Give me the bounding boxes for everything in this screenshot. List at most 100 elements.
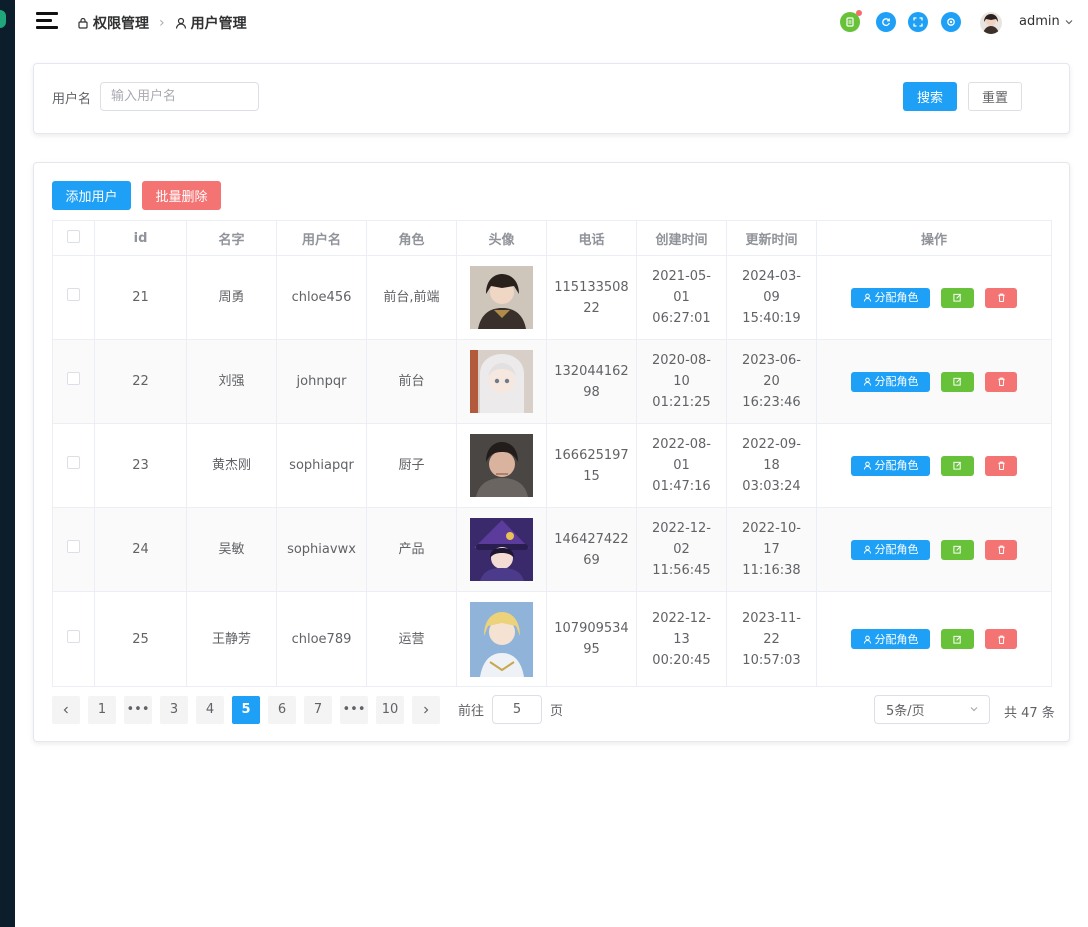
cell-role: 前台 — [366, 339, 457, 424]
user-table-card: 添加用户 批量删除 id 名字 用户名 角色 头像 电话 创建时间 更新时间 操… — [33, 162, 1070, 742]
user-avatar-image[interactable] — [470, 518, 533, 581]
menu-toggle-icon[interactable] — [36, 12, 58, 30]
delete-button[interactable] — [985, 371, 1017, 392]
page-button[interactable]: 1 — [88, 695, 116, 724]
cell-id: 21 — [94, 255, 187, 340]
edit-icon — [953, 461, 962, 470]
select-all-header[interactable] — [52, 220, 95, 256]
page-button[interactable]: 6 — [268, 695, 296, 724]
user-avatar-image[interactable] — [470, 601, 533, 677]
cell-name: 黄杰刚 — [186, 423, 277, 508]
user-avatar-image[interactable] — [470, 266, 533, 329]
trash-icon — [997, 461, 1005, 470]
row-checkbox[interactable] — [67, 629, 80, 643]
cell-id: 22 — [94, 339, 187, 424]
page-jumper: 前往 5 页 — [458, 695, 563, 724]
chevron-down-icon — [1065, 19, 1073, 24]
pagination: 1 ••• 3 4 5 6 7 ••• 10 前往 5 页 — [52, 695, 563, 724]
cell-role: 运营 — [366, 591, 457, 687]
assign-role-button[interactable]: 分配角色 — [851, 287, 930, 308]
assign-role-button[interactable]: 分配角色 — [851, 455, 930, 476]
page-button-current[interactable]: 5 — [232, 695, 260, 724]
page-ellipsis-prev[interactable]: ••• — [124, 695, 152, 724]
breadcrumb-parent[interactable]: 权限管理 — [93, 13, 149, 33]
delete-button[interactable] — [985, 629, 1017, 649]
cell-updated: 2024-03- 09 15:40:19 — [726, 255, 817, 340]
trash-icon — [997, 635, 1005, 644]
sidebar-collapsed — [0, 0, 15, 927]
page-size-select[interactable]: 5条/页 — [874, 695, 990, 724]
breadcrumb-current: 用户管理 — [190, 16, 247, 32]
table-row: 24 吴敏 sophiavwx 产品 146427422 69 2022-12- 0… — [52, 507, 1052, 592]
user-avatar-image[interactable] — [470, 434, 533, 497]
next-page-button[interactable] — [412, 695, 440, 724]
refresh-icon[interactable] — [876, 12, 896, 32]
notification-badge — [856, 10, 862, 16]
page-ellipsis-next[interactable]: ••• — [340, 695, 368, 724]
cell-created: 2022-08- 01 01:47:16 — [636, 423, 727, 508]
reset-button[interactable]: 重置 — [968, 82, 1022, 111]
user-avatar-image[interactable] — [470, 350, 533, 413]
cell-ops: 分配角色 — [816, 591, 1052, 687]
assign-role-button[interactable]: 分配角色 — [851, 539, 930, 560]
row-checkbox[interactable] — [67, 288, 80, 301]
table-row: 23 黄杰刚 sophiapqr 厨子 166625197 15 2022-08-… — [52, 423, 1052, 508]
settings-icon[interactable] — [941, 12, 961, 32]
chevron-right-icon — [424, 706, 429, 713]
prev-page-button[interactable] — [52, 695, 80, 724]
cell-created: 2022-12- 13 00:20:45 — [636, 591, 727, 687]
cell-phone: 107909534 95 — [546, 591, 637, 687]
assign-role-button[interactable]: 分配角色 — [851, 371, 930, 392]
goto-page-input[interactable]: 5 — [492, 695, 543, 724]
edit-button[interactable] — [941, 287, 974, 308]
row-checkbox[interactable] — [67, 372, 80, 385]
cell-name: 吴敏 — [186, 507, 277, 592]
cell-updated: 2022-09- 18 03:03:24 — [726, 423, 817, 508]
username-search-input[interactable] — [100, 82, 259, 111]
column-header-created: 创建时间 — [636, 220, 727, 256]
user-avatar[interactable] — [980, 12, 1002, 34]
add-user-button[interactable]: 添加用户 — [52, 181, 131, 210]
user-menu[interactable]: admin — [1019, 14, 1074, 29]
page-button[interactable]: 3 — [160, 695, 188, 724]
column-header-phone: 电话 — [546, 220, 637, 256]
page-button[interactable]: 10 — [376, 695, 404, 724]
edit-button[interactable] — [941, 539, 974, 560]
edit-button[interactable] — [941, 371, 974, 392]
edit-button[interactable] — [941, 629, 974, 649]
delete-button[interactable] — [985, 287, 1017, 308]
search-button[interactable]: 搜索 — [903, 82, 957, 111]
cell-ops: 分配角色 — [816, 507, 1052, 592]
delete-button[interactable] — [985, 539, 1017, 560]
main-area: 权限管理 › 用户管理 admin 用户名 搜索 重置 — [15, 0, 1088, 927]
cell-name: 周勇 — [186, 255, 277, 340]
document-icon[interactable] — [840, 10, 862, 32]
cell-updated: 2023-06- 20 16:23:46 — [726, 339, 817, 424]
edit-button[interactable] — [941, 455, 974, 476]
column-header-avatar: 头像 — [456, 220, 547, 256]
total-count: 共 47 条 — [1004, 706, 1055, 721]
cell-username: chloe456 — [276, 255, 367, 340]
user-icon — [863, 293, 871, 302]
cell-id: 25 — [94, 591, 187, 687]
select-all-checkbox[interactable] — [67, 229, 80, 243]
assign-role-button[interactable]: 分配角色 — [851, 629, 930, 649]
user-table: id 名字 用户名 角色 头像 电话 创建时间 更新时间 操作 21 周勇 ch… — [52, 220, 1052, 687]
breadcrumb-separator: › — [159, 15, 165, 31]
cell-phone: 132044162 98 — [546, 339, 637, 424]
row-checkbox[interactable] — [67, 540, 80, 553]
column-header-ops: 操作 — [816, 220, 1052, 256]
row-checkbox[interactable] — [67, 456, 80, 469]
username-label: admin — [1019, 14, 1060, 29]
username-filter-label: 用户名 — [52, 92, 92, 107]
cell-id: 24 — [94, 507, 187, 592]
page-button[interactable]: 4 — [196, 695, 224, 724]
user-icon — [863, 635, 871, 644]
cell-phone: 146427422 69 — [546, 507, 637, 592]
batch-delete-button[interactable]: 批量删除 — [142, 181, 221, 210]
user-icon — [863, 461, 871, 470]
cell-username: sophiavwx — [276, 507, 367, 592]
delete-button[interactable] — [985, 455, 1017, 476]
page-button[interactable]: 7 — [304, 695, 332, 724]
fullscreen-icon[interactable] — [908, 12, 928, 32]
